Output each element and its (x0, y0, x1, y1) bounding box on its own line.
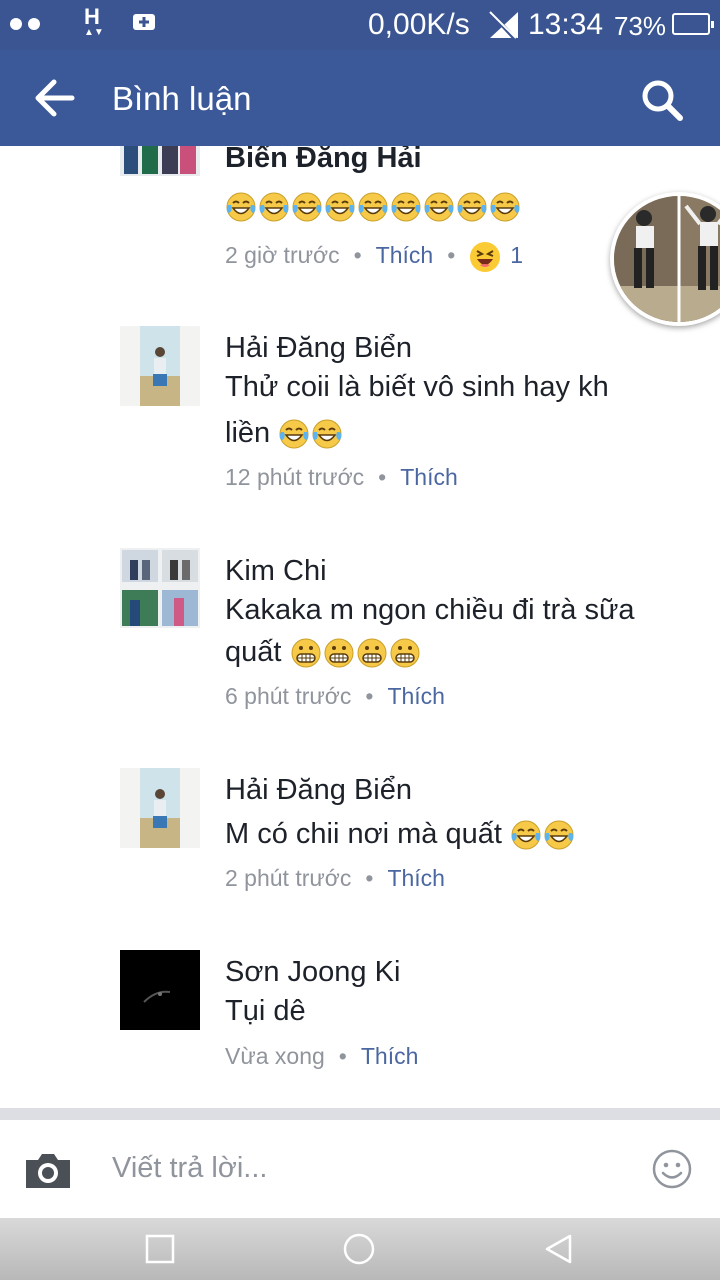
comment-text: Tụi dê (225, 995, 306, 1027)
tears-of-joy-emoji-icon (424, 192, 454, 222)
comment-meta: 2 phút trước • Thích (225, 865, 445, 891)
notification-dots (10, 17, 46, 35)
battery-percent: 73% (614, 11, 667, 41)
like-button[interactable]: Thích (361, 1043, 419, 1069)
tears-of-joy-emoji-icon (457, 192, 487, 222)
tears-of-joy-emoji-icon (490, 192, 520, 222)
comment-emoji-row (225, 184, 522, 229)
tears-of-joy-emoji-icon (312, 419, 342, 449)
reply-input[interactable]: Viết trả lời... (112, 1152, 267, 1185)
reply-composer: Viết trả lời... (0, 1120, 720, 1218)
page-title: Bình luận (112, 80, 252, 117)
camera-icon[interactable] (22, 1148, 74, 1192)
comment-text: Kakaka m ngon chiều đi trà sữa (225, 594, 635, 626)
like-button[interactable]: Thích (376, 242, 434, 268)
avatar[interactable] (120, 326, 200, 406)
grinning-emoji-icon (291, 638, 321, 668)
comment-time: Vừa xong (225, 1043, 325, 1069)
comment-text: quất (225, 630, 422, 675)
tears-of-joy-emoji-icon (325, 192, 355, 222)
tears-of-joy-emoji-icon (358, 192, 388, 222)
grinning-emoji-icon (390, 638, 420, 668)
clock: 13:34 (528, 8, 604, 41)
recent-apps-icon[interactable] (143, 1232, 177, 1266)
tears-of-joy-emoji-icon (279, 419, 309, 449)
home-icon[interactable] (342, 1232, 376, 1266)
laughing-reaction-icon[interactable] (469, 241, 501, 273)
composer-divider (0, 1108, 720, 1120)
arrow-left-icon[interactable] (32, 78, 76, 118)
avatar[interactable] (120, 768, 200, 848)
comment-author[interactable]: Hải Đăng Biển (225, 332, 412, 365)
comment-meta: 2 giờ trước • Thích • 1 (225, 241, 523, 273)
no-signal-icon (489, 11, 518, 40)
comment-meta: Vừa xong • Thích (225, 1043, 419, 1069)
comment-author[interactable]: Kim Chi (225, 555, 327, 588)
app-header: Bình luận (0, 50, 720, 146)
comment-text: M có chii nơi mà quất (225, 812, 576, 857)
comment-text: liền (225, 411, 344, 456)
message-notification-icon (133, 14, 155, 30)
grinning-emoji-icon (324, 638, 354, 668)
avatar[interactable] (120, 548, 200, 628)
reaction-count[interactable]: 1 (510, 242, 523, 268)
tears-of-joy-emoji-icon (292, 192, 322, 222)
comment-time: 6 phút trước (225, 683, 352, 709)
comment-author[interactable]: Sơn Joong Ki (225, 956, 400, 989)
comment-meta: 6 phút trước • Thích (225, 683, 445, 709)
avatar[interactable] (120, 146, 200, 176)
like-button[interactable]: Thích (400, 464, 458, 490)
tears-of-joy-emoji-icon (544, 820, 574, 850)
comment-author[interactable]: Biển Đăng Hải (225, 146, 422, 175)
status-bar: H ▲▼ 0,00K/s 13:34 73% (0, 0, 720, 50)
comment-time: 12 phút trước (225, 464, 365, 490)
tears-of-joy-emoji-icon (259, 192, 289, 222)
grinning-emoji-icon (357, 638, 387, 668)
tears-of-joy-emoji-icon (391, 192, 421, 222)
back-triangle-icon[interactable] (542, 1232, 576, 1266)
battery-icon (672, 13, 714, 35)
comment-time: 2 phút trước (225, 865, 352, 891)
tears-of-joy-emoji-icon (226, 192, 256, 222)
search-icon[interactable] (640, 78, 684, 122)
avatar[interactable] (120, 950, 200, 1030)
system-nav-bar (0, 1218, 720, 1280)
network-type-indicator: H ▲▼ (84, 4, 104, 38)
comment-meta: 12 phút trước • Thích (225, 464, 458, 490)
like-button[interactable]: Thích (387, 865, 445, 891)
tears-of-joy-emoji-icon (511, 820, 541, 850)
net-speed: 0,00K/s (368, 8, 470, 41)
smiley-icon[interactable] (651, 1148, 693, 1190)
comment-time: 2 giờ trước (225, 242, 340, 269)
comment-author[interactable]: Hải Đăng Biển (225, 774, 412, 807)
comment-text: Thử coii là biết vô sinh hay kh (225, 371, 609, 403)
like-button[interactable]: Thích (387, 683, 445, 709)
comment-list[interactable]: Biển Đăng Hải 2 giờ trước • Thích • 1 Hải Đă… (0, 146, 720, 1108)
